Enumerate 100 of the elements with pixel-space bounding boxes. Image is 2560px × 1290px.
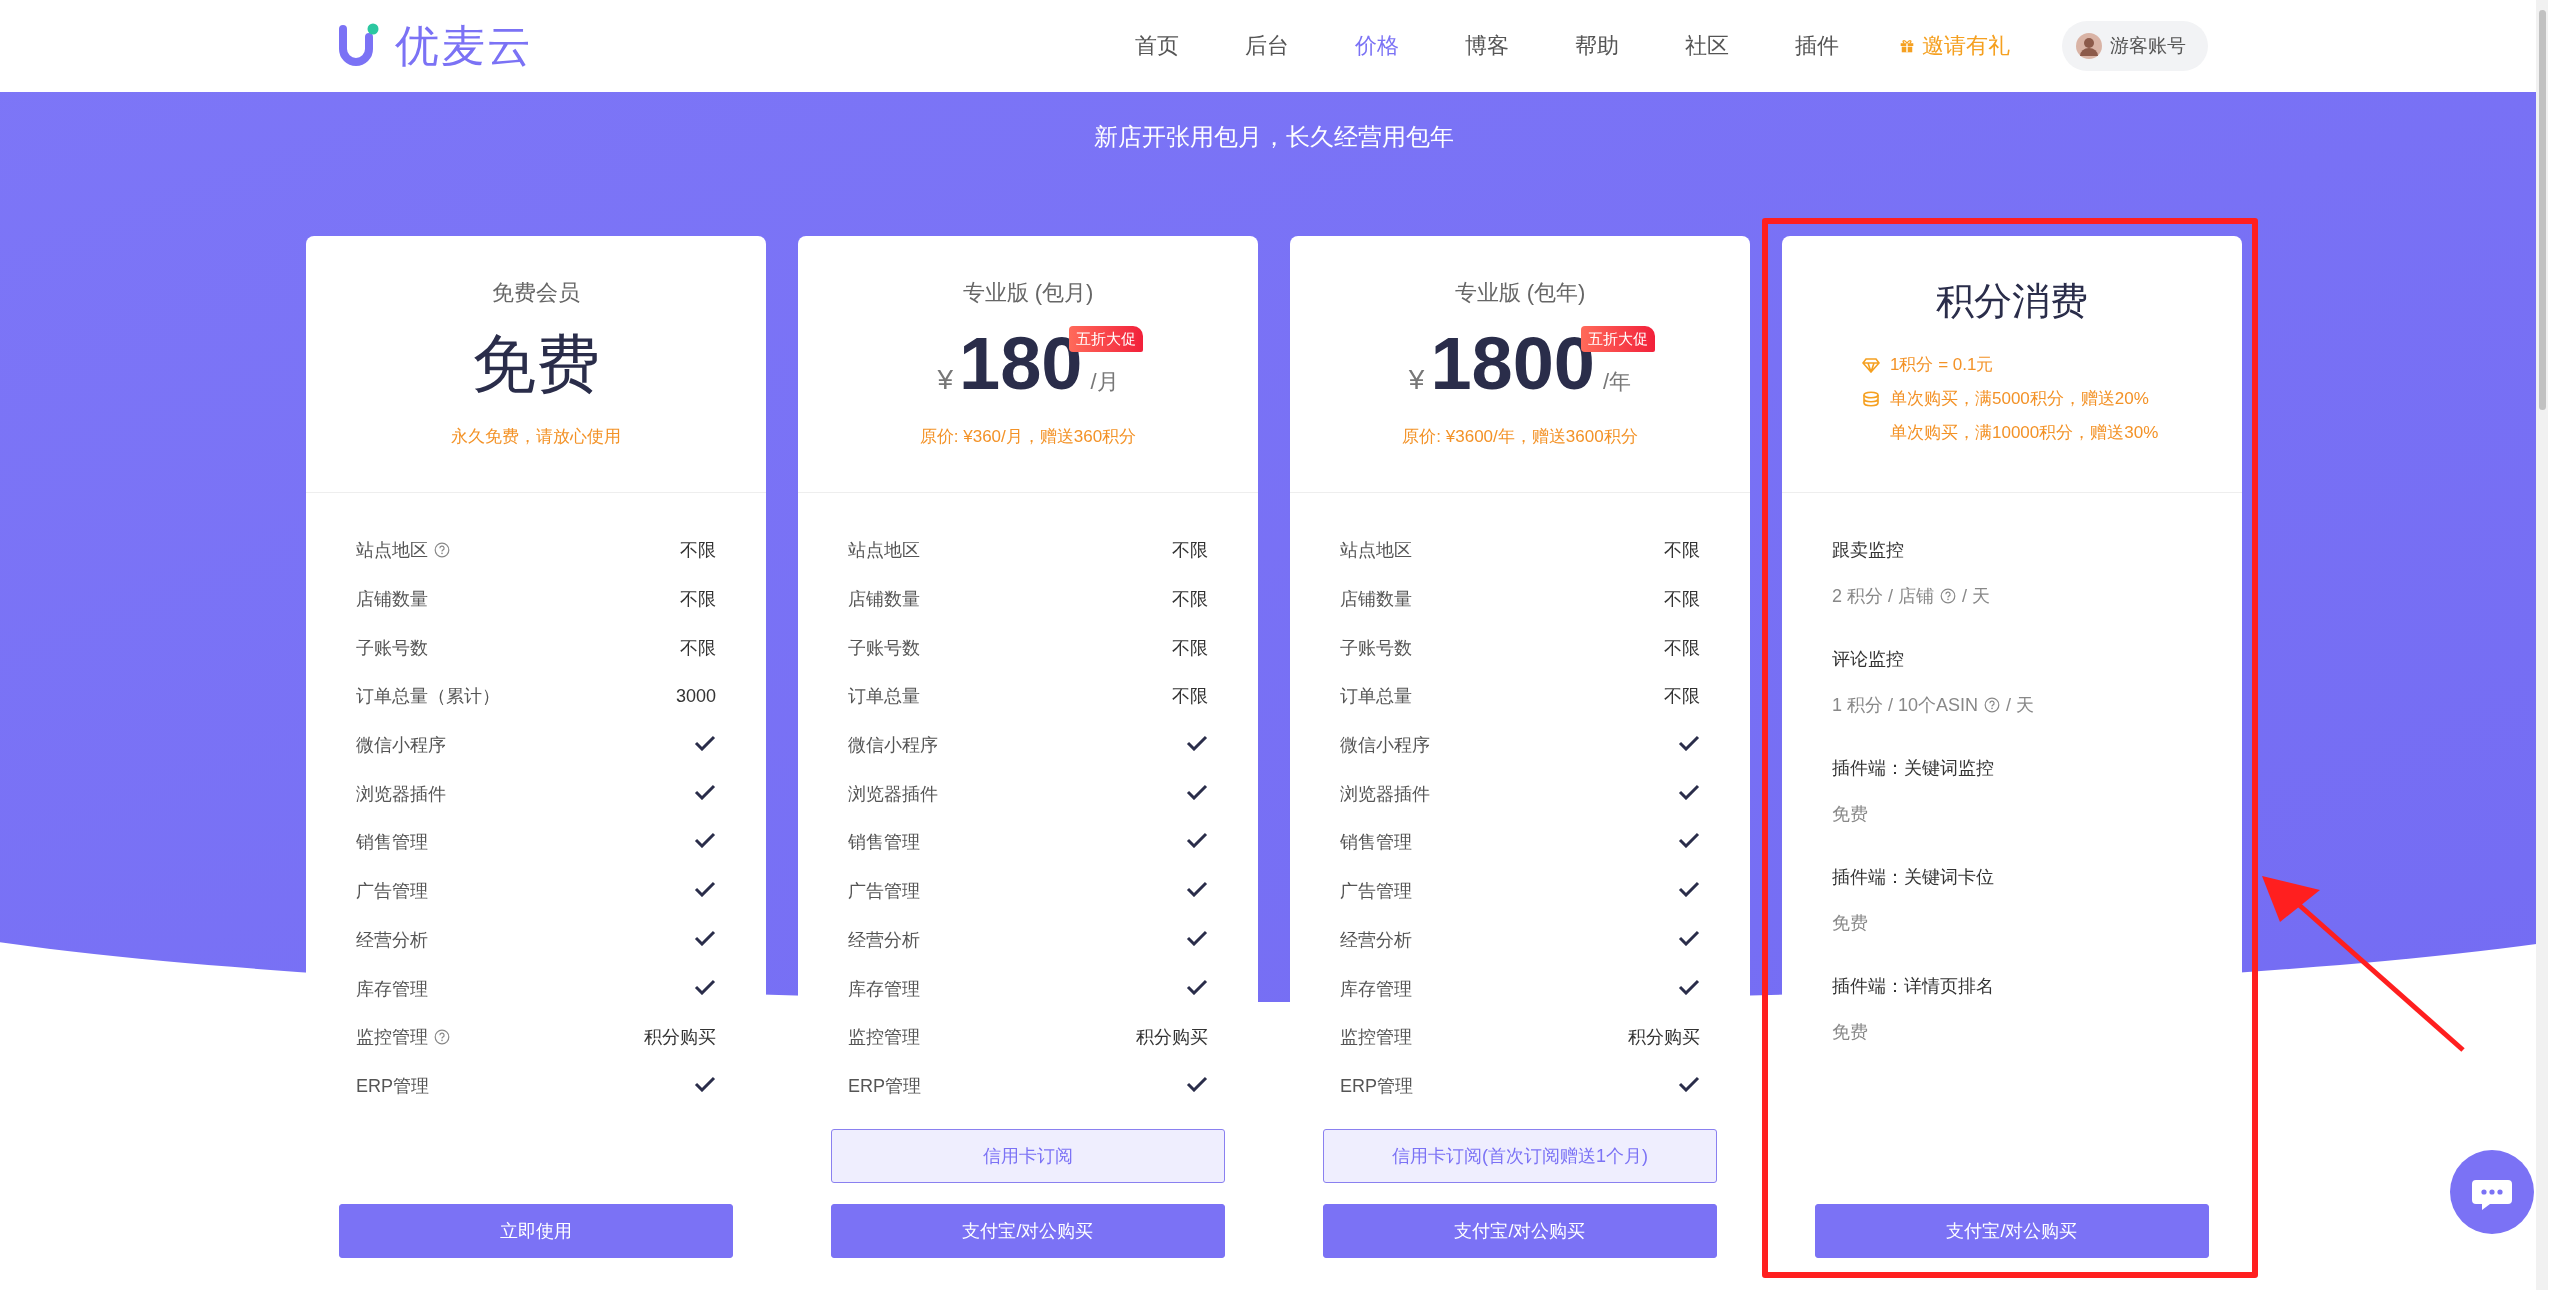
feature-label: 店铺数量: [1340, 588, 1412, 612]
subscribe-button[interactable]: 信用卡订阅: [831, 1129, 1225, 1183]
invite-link[interactable]: 邀请有礼: [1900, 31, 2010, 61]
check-icon: [1186, 832, 1208, 849]
nav-link[interactable]: 社区: [1652, 31, 1762, 61]
check-icon: [694, 929, 716, 946]
scrollbar[interactable]: [2536, 0, 2548, 1290]
feature-label: 销售管理: [848, 831, 920, 855]
hero-tagline: 新店开张用包月，长久经营用包年: [1094, 122, 1454, 152]
nav-link[interactable]: 插件: [1762, 31, 1872, 61]
feature-label: 站点地区: [848, 539, 920, 563]
feature-label: ERP管理: [848, 1074, 921, 1098]
feature-label: 店铺数量: [356, 588, 428, 612]
feature-value: 不限: [680, 588, 716, 612]
subscribe-button[interactable]: 信用卡订阅(首次订阅赠送1个月): [1323, 1129, 1717, 1183]
feature-label: 订单总量（累计）: [356, 685, 500, 709]
feature-label: 浏览器插件: [848, 782, 938, 806]
check-icon: [694, 881, 716, 898]
price-unit: / 天: [1962, 585, 1991, 608]
feature-label: 浏览器插件: [1340, 782, 1430, 806]
nav-link[interactable]: 后台: [1212, 31, 1322, 61]
check-icon: [1678, 929, 1700, 946]
brand-name: 优麦云: [395, 19, 533, 72]
check-icon: [1186, 929, 1208, 946]
feature-label: 微信小程序: [1340, 734, 1430, 758]
feature-value: 3000: [675, 685, 716, 707]
diamond-icon: [1862, 357, 1880, 373]
service-price: 免费: [1832, 803, 1868, 826]
feature-label: 站点地区: [356, 539, 428, 563]
feature-label: 广告管理: [1340, 880, 1412, 904]
feature-value: 不限: [1664, 685, 1700, 709]
feature-label: 店铺数量: [848, 588, 920, 612]
account-button[interactable]: 游客账号: [2062, 21, 2208, 71]
service-name: 插件端：关键词监控: [1832, 757, 1995, 780]
feature-label: 微信小程序: [356, 734, 446, 758]
service-name: 评论监控: [1832, 648, 1905, 671]
feature-label: 广告管理: [356, 880, 428, 904]
feature-label: ERP管理: [356, 1074, 429, 1098]
feature-value: 不限: [1664, 636, 1700, 660]
feature-value: 不限: [1172, 539, 1208, 563]
plan-note: 原价: ¥360/月，赠送360积分: [919, 426, 1137, 448]
chat-button[interactable]: [2450, 1150, 2534, 1234]
currency-sign: ¥: [1408, 363, 1425, 397]
purchase-button[interactable]: 支付宝/对公购买: [1815, 1204, 2209, 1258]
help-icon[interactable]: [434, 1029, 450, 1046]
check-icon: [694, 1075, 716, 1092]
points-rule: 单次购买，满5000积分，赠送20%: [1890, 388, 2149, 410]
coins-icon: [1862, 391, 1880, 407]
feature-value: 积分购买: [1136, 1026, 1208, 1050]
check-icon: [1186, 881, 1208, 898]
purchase-button[interactable]: 立即使用: [339, 1204, 733, 1258]
help-icon[interactable]: [434, 542, 450, 559]
check-icon: [1678, 978, 1700, 995]
nav-link[interactable]: 帮助: [1542, 31, 1652, 61]
check-icon: [1186, 783, 1208, 800]
price-period: /月: [1090, 368, 1119, 396]
feature-value: 不限: [1172, 685, 1208, 709]
service-name: 插件端：详情页排名: [1832, 975, 1995, 998]
plan-title: 专业版 (包月): [962, 279, 1094, 307]
purchase-button[interactable]: 支付宝/对公购买: [1323, 1204, 1717, 1258]
plan-price: 免费: [472, 327, 600, 402]
feature-value: 不限: [1664, 539, 1700, 563]
service-price: 免费: [1832, 1021, 1868, 1044]
service-price: 1 积分 / 10个ASIN: [1832, 694, 1979, 717]
feature-label: 监控管理: [1340, 1026, 1412, 1050]
plan-note: 原价: ¥3600/年，赠送3600积分: [1402, 426, 1638, 448]
feature-label: 销售管理: [1340, 831, 1412, 855]
check-icon: [1678, 783, 1700, 800]
feature-label: 经营分析: [1340, 928, 1412, 952]
feature-label: 子账号数: [848, 636, 920, 660]
feature-label: 监控管理: [356, 1026, 428, 1050]
nav-link[interactable]: 首页: [1102, 31, 1212, 61]
feature-label: 子账号数: [356, 636, 428, 660]
service-name: 插件端：关键词卡位: [1832, 866, 1995, 889]
feature-value: 不限: [680, 636, 716, 660]
feature-label: 微信小程序: [848, 734, 938, 758]
feature-label: 站点地区: [1340, 539, 1412, 563]
check-icon: [1678, 832, 1700, 849]
points-rule: 1积分 = 0.1元: [1890, 354, 1994, 376]
feature-label: 广告管理: [848, 880, 920, 904]
feature-value: 积分购买: [644, 1026, 716, 1050]
service-price: 免费: [1832, 912, 1868, 935]
service-name: 跟卖监控: [1832, 539, 1905, 562]
help-icon[interactable]: [1940, 588, 1956, 604]
feature-label: 经营分析: [848, 928, 920, 952]
check-icon: [1186, 978, 1208, 995]
check-icon: [1678, 1075, 1700, 1092]
plan-title: 积分消费: [1936, 279, 2088, 324]
feature-label: ERP管理: [1340, 1074, 1413, 1098]
check-icon: [694, 832, 716, 849]
avatar-icon: [2076, 33, 2102, 59]
help-icon[interactable]: [1984, 697, 2001, 713]
nav-link[interactable]: 价格: [1322, 31, 1432, 61]
plan-title: 专业版 (包年): [1454, 279, 1586, 307]
purchase-button[interactable]: 支付宝/对公购买: [831, 1204, 1225, 1258]
check-icon: [1678, 735, 1700, 752]
nav-link[interactable]: 博客: [1432, 31, 1542, 61]
feature-label: 监控管理: [848, 1026, 920, 1050]
check-icon: [694, 783, 716, 800]
feature-label: 经营分析: [356, 928, 428, 952]
